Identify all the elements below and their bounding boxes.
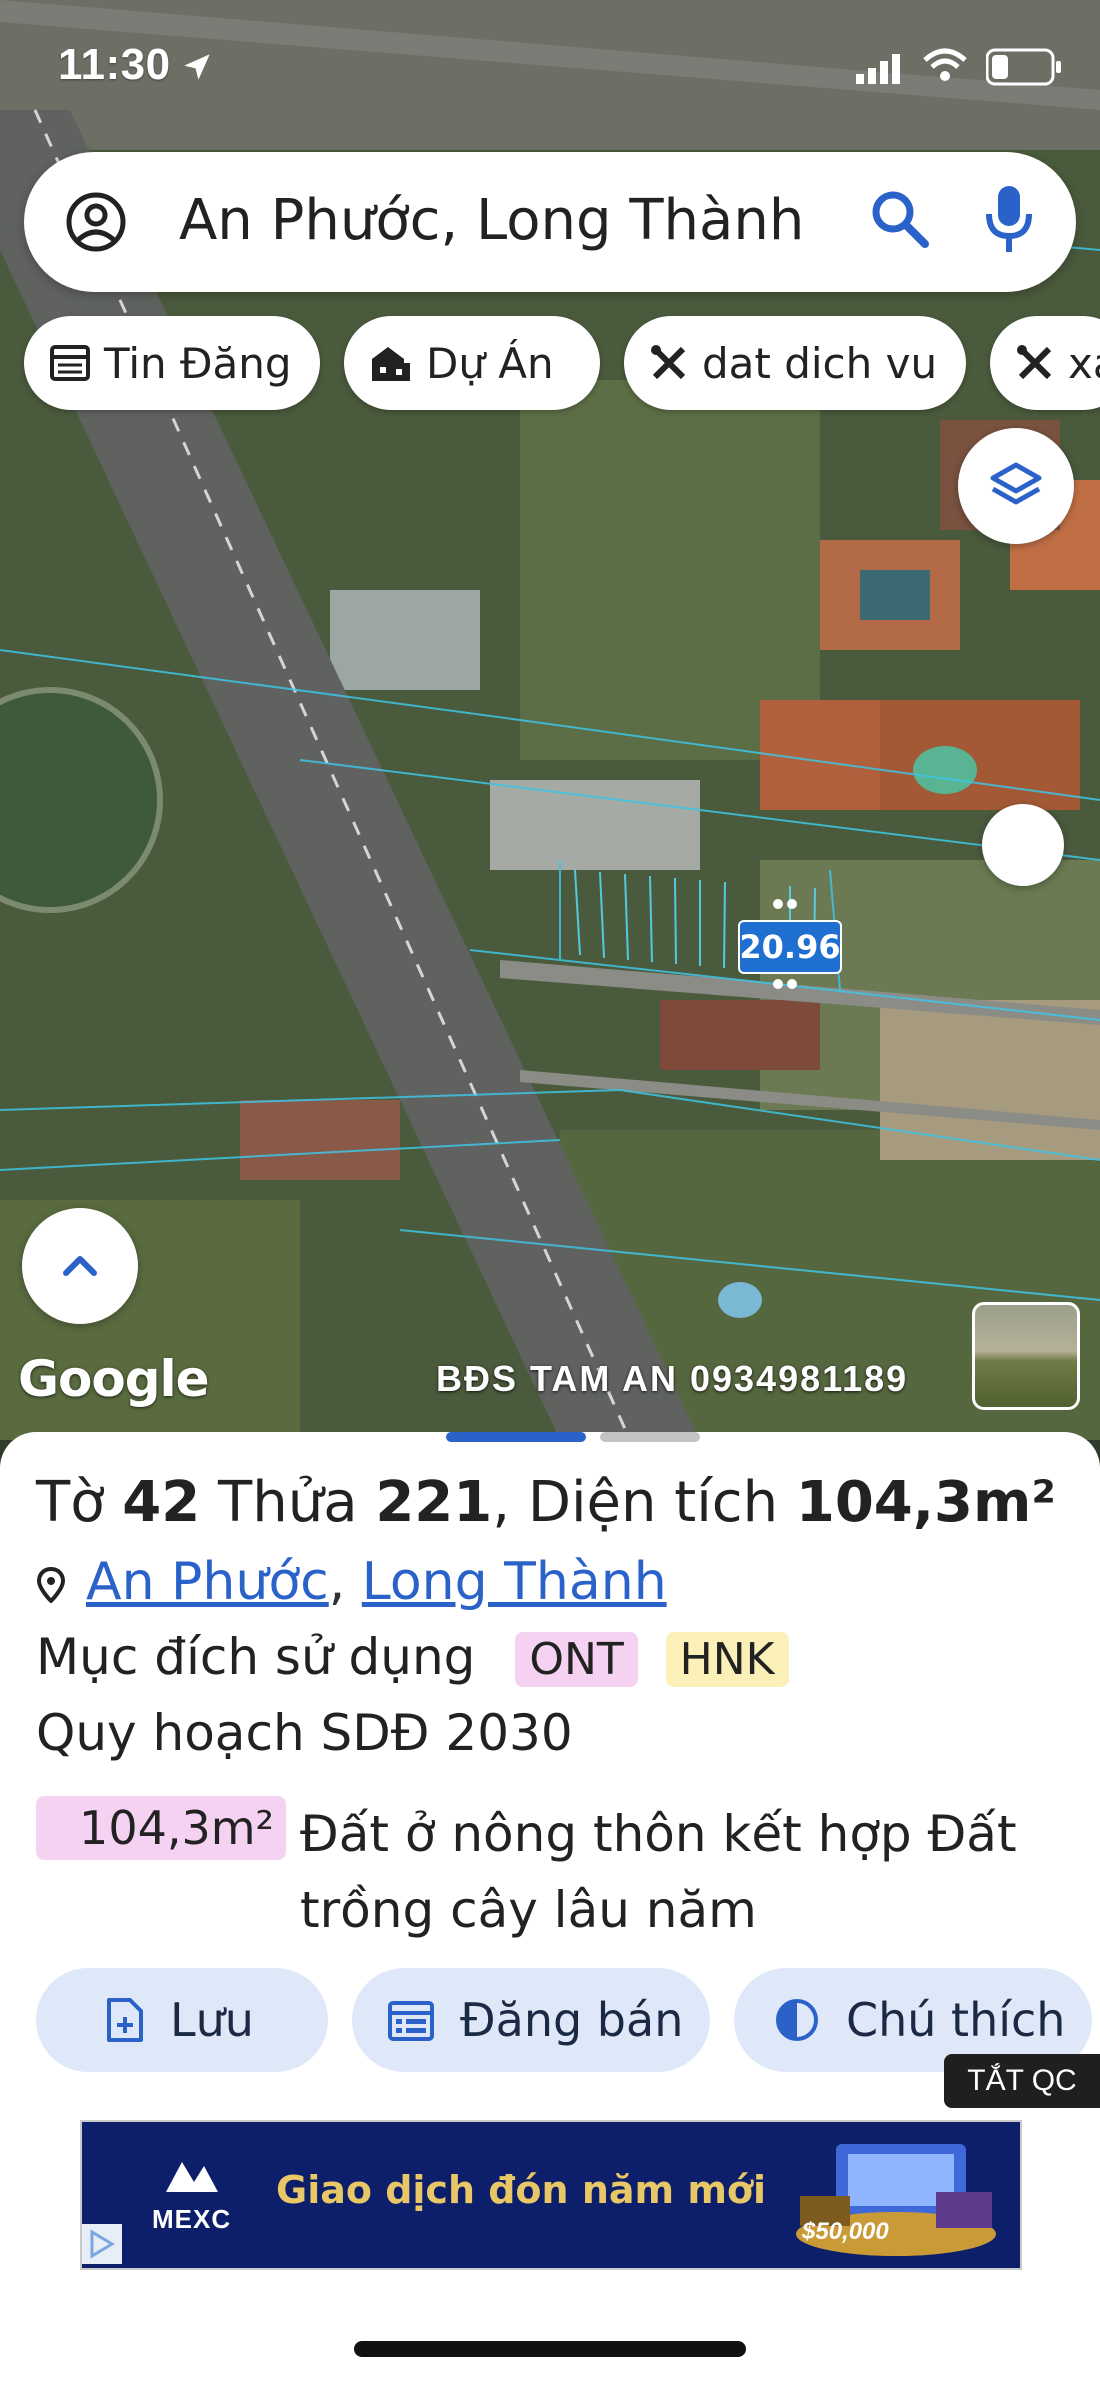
hide-ads-button[interactable]: TẮT QC <box>944 2054 1100 2108</box>
area-label: , Diện tích <box>492 1470 796 1535</box>
chip-label: Tin Đăng <box>104 338 292 388</box>
chip-du-an[interactable]: Dự Án <box>344 316 600 410</box>
map-view[interactable]: 11:30 An Phước, Long Thành Tin Đăng Dự Á… <box>0 0 1100 1440</box>
chip-dat-dich-vu[interactable]: dat dich vu <box>624 316 966 410</box>
location-pin-icon <box>36 1566 66 1604</box>
account-circle-icon[interactable] <box>64 190 128 254</box>
search-input[interactable]: An Phước, Long Thành <box>179 188 804 253</box>
layers-button[interactable] <box>958 428 1074 544</box>
mexc-logo-icon <box>166 2162 218 2192</box>
ad-banner[interactable]: MEXC Giao dịch đón năm mới $50,000 <box>80 2120 1022 2270</box>
chip-tin-dang[interactable]: Tin Đăng <box>24 316 320 410</box>
ad-prize-graphic: $50,000 <box>786 2134 1006 2260</box>
district-link[interactable]: Long Thành <box>362 1552 667 1612</box>
home-indicator[interactable] <box>354 2341 746 2357</box>
chip-xa[interactable]: xa <box>990 316 1100 410</box>
filter-chips: Tin Đăng Dự Án dat dich vu x <box>24 316 1100 410</box>
save-button[interactable]: Lưu <box>36 1968 328 2072</box>
map-watermark: BĐS TAM AN 0934981189 <box>436 1358 909 1399</box>
commune-link[interactable]: An Phước <box>86 1552 329 1612</box>
purpose-tag-hnk: HNK <box>665 1632 789 1687</box>
chip-label: dat dich vu <box>702 338 938 388</box>
battery-icon <box>986 48 1061 86</box>
calendar-list-icon <box>388 2001 434 2041</box>
ad-brand: MEXC <box>152 2204 232 2234</box>
search-bar[interactable]: An Phước, Long Thành <box>24 152 1076 292</box>
mic-icon[interactable] <box>984 182 1034 256</box>
plan-description: Đất ở nông thôn kết hợp Đất trồng cây lâ… <box>300 1805 1017 1939</box>
listing-icon <box>50 345 90 381</box>
chevron-up-icon <box>63 1256 97 1276</box>
add-document-icon <box>107 1998 143 2042</box>
measurement-label: 20.96 <box>738 920 842 974</box>
layers-icon <box>990 462 1042 505</box>
sheet-handle-active[interactable] <box>446 1432 586 1442</box>
plan-label: Quy hoạch SDĐ 2030 <box>36 1704 573 1762</box>
plan-area-badge: 104,3m² <box>36 1796 286 1860</box>
parcel-location: An Phước, Long Thành <box>36 1552 667 1612</box>
contrast-icon <box>776 1999 818 2041</box>
legend-label: Chú thích <box>846 1993 1066 2047</box>
status-bar: 11:30 <box>0 0 1100 130</box>
google-logo: Google <box>18 1350 210 1408</box>
title-prefix: Tờ <box>36 1470 123 1535</box>
sheet-number: 42 <box>122 1470 201 1535</box>
sheet-handle-inactive[interactable] <box>600 1432 700 1442</box>
chip-label: xa <box>1068 338 1100 388</box>
post-sale-button[interactable]: Đăng bán <box>352 1968 710 2072</box>
tools-icon <box>1017 345 1052 380</box>
wifi-icon <box>923 48 967 81</box>
save-label: Lưu <box>170 1993 254 2047</box>
street-view-thumbnail[interactable] <box>972 1302 1080 1410</box>
land-use-purpose: Mục đích sử dụng ONT HNK <box>36 1628 789 1687</box>
chip-label: Dự Án <box>426 338 554 388</box>
parcel-title: Tờ 42 Thửa 221, Diện tích 104,3m² <box>36 1470 1056 1535</box>
ad-text: Giao dịch đón năm mới <box>276 2168 767 2212</box>
status-time: 11:30 <box>58 40 171 89</box>
signal-icon <box>856 54 900 84</box>
search-icon[interactable] <box>869 188 931 250</box>
purpose-label: Mục đích sử dụng <box>36 1628 476 1686</box>
map-handle-button[interactable] <box>982 804 1064 886</box>
tools-icon <box>651 345 686 380</box>
location-arrow-icon <box>184 54 210 80</box>
post-sale-label: Đăng bán <box>460 1993 684 2047</box>
purpose-tag-ont: ONT <box>515 1632 638 1687</box>
parcel-number: 221 <box>375 1470 493 1535</box>
parcel-label: Thửa <box>200 1470 376 1535</box>
ad-prize: $50,000 <box>802 2218 889 2245</box>
building-icon <box>372 347 410 381</box>
area-value: 104,3m² <box>795 1470 1056 1535</box>
location-separator: , <box>328 1552 346 1612</box>
expand-sheet-button[interactable] <box>22 1208 138 1324</box>
ad-choices-icon[interactable] <box>82 2224 122 2264</box>
